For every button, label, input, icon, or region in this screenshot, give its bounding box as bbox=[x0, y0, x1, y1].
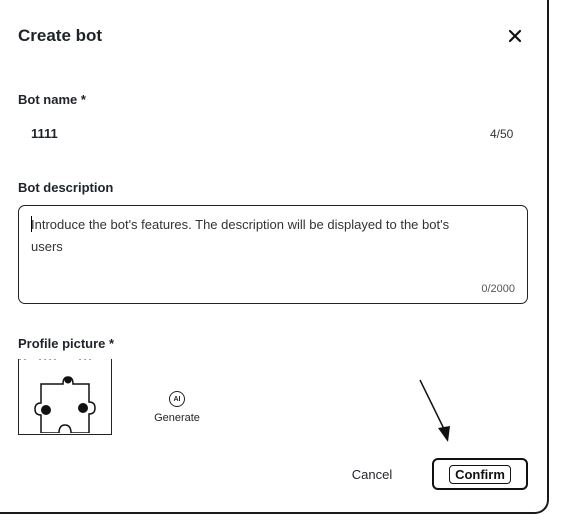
cancel-button[interactable]: Cancel bbox=[343, 462, 401, 486]
create-bot-dialog: Create bot Bot name * 1111 4/50 Bot desc… bbox=[0, 0, 549, 514]
bot-description-counter: 0/2000 bbox=[481, 283, 515, 295]
puzzle-avatar-icon bbox=[19, 358, 96, 434]
generate-label: Generate bbox=[154, 412, 200, 424]
profile-picture-label: Profile picture * bbox=[18, 336, 115, 351]
text-caret bbox=[31, 216, 32, 232]
close-icon bbox=[508, 29, 522, 43]
dialog-title: Create bot bbox=[18, 26, 103, 45]
bot-name-input[interactable]: 1111 bbox=[31, 126, 58, 141]
screen: Create bot Bot name * 1111 4/50 Bot desc… bbox=[0, 0, 561, 521]
confirm-label: Confirm bbox=[449, 464, 511, 484]
close-button[interactable] bbox=[502, 24, 528, 48]
bot-description-textarea[interactable]: Introduce the bot's features. The descri… bbox=[18, 205, 528, 304]
ai-icon: AI bbox=[169, 391, 185, 407]
bot-description-placeholder: Introduce the bot's features. The descri… bbox=[31, 217, 450, 254]
profile-picture-upload[interactable] bbox=[18, 358, 112, 435]
bot-name-label: Bot name * bbox=[18, 92, 86, 107]
generate-avatar-button[interactable]: AI Generate bbox=[150, 391, 204, 424]
confirm-button[interactable]: Confirm bbox=[432, 458, 528, 490]
bot-name-counter: 4/50 bbox=[490, 127, 514, 141]
bot-description-label: Bot description bbox=[18, 180, 114, 195]
